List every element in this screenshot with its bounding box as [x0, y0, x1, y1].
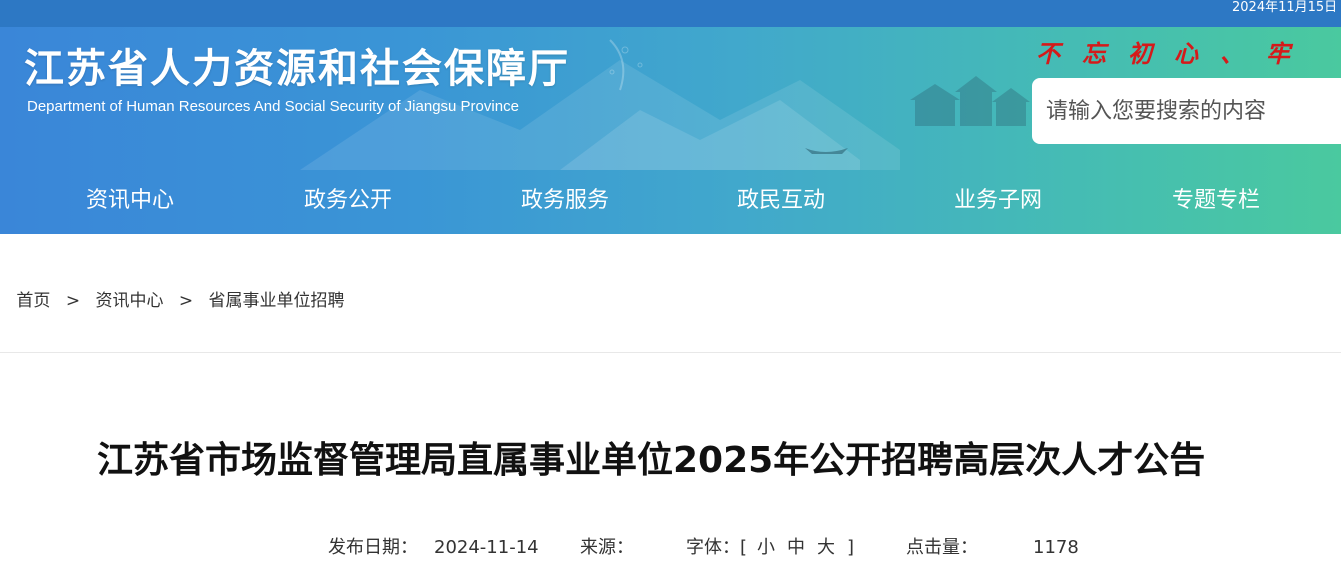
nav-item-special-topics[interactable]: 专题专栏 [1172, 184, 1260, 218]
site-subtitle: Department of Human Resources And Social… [27, 98, 519, 115]
divider [0, 352, 1341, 353]
nav-item-business-subsites[interactable]: 业务子网 [954, 184, 1042, 218]
publish-date: 2024-11-14 [434, 537, 539, 558]
breadcrumb: ： 首页 > 资讯中心 > 省属事业单位招聘 [0, 288, 345, 314]
nav-item-government-services[interactable]: 政务服务 [521, 184, 609, 218]
slogan: 不忘初心、牢 [1036, 39, 1312, 68]
font-size-control: 字体：[ 小中大] [686, 535, 854, 561]
font-bracket-open: [ [740, 537, 748, 558]
breadcrumb-prefix: ： [0, 291, 11, 311]
article-title: 江苏省市场监督管理局直属事业单位2025年公开招聘高层次人才公告 [97, 440, 1206, 481]
source-label: 来源： [580, 537, 634, 558]
nav-item-public-interaction[interactable]: 政民互动 [737, 184, 825, 218]
font-medium-button[interactable]: 中 [787, 537, 805, 558]
main-nav: 资讯中心 政务公开 政务服务 政民互动 业务子网 专题专栏 [0, 170, 1341, 234]
breadcrumb-separator: > [65, 291, 81, 311]
search-box [1032, 78, 1341, 144]
font-small-button[interactable]: 小 [757, 537, 775, 558]
breadcrumb-news-center[interactable]: 资讯中心 [95, 291, 163, 311]
clicks-label: 点击量： [906, 537, 978, 558]
publish-label: 发布日期： [328, 537, 418, 558]
font-large-button[interactable]: 大 [817, 537, 835, 558]
current-date: 2024年11月15日 [1232, 0, 1338, 15]
search-input[interactable] [1032, 78, 1341, 144]
breadcrumb-home[interactable]: 首页 [16, 291, 50, 311]
font-label: 字体： [686, 537, 740, 558]
clicks-count: 1178 [1033, 537, 1079, 558]
header-banner: 2024年11月15日 江苏省人力资源和社会保障厅 Department of … [0, 0, 1341, 234]
breadcrumb-recruitment[interactable]: 省属事业单位招聘 [209, 291, 345, 311]
font-bracket-close: ] [847, 537, 855, 558]
breadcrumb-separator: > [178, 291, 194, 311]
nav-item-news-center[interactable]: 资讯中心 [86, 184, 174, 218]
site-title[interactable]: 江苏省人力资源和社会保障厅 [24, 36, 570, 94]
nav-item-government-affairs[interactable]: 政务公开 [304, 184, 392, 218]
